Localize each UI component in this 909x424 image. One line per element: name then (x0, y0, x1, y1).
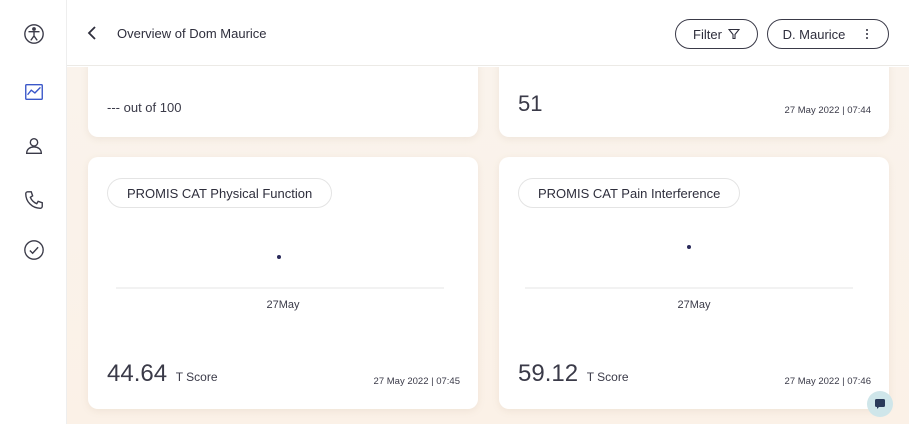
card-title-chip: PROMIS CAT Physical Function (107, 178, 333, 208)
filter-label: Filter (693, 26, 722, 42)
dashboard-content: --- out of 100 51 27 May 2022 | 07:44 PR… (67, 67, 909, 424)
score-card-top-right: 51 27 May 2022 | 07:44 (499, 67, 889, 137)
score-max-label: out of 100 (123, 100, 182, 115)
promis-pain-interference-card: PROMIS CAT Pain Interference 27May 59.12… (499, 157, 889, 409)
user-menu-button[interactable]: D. Maurice (767, 19, 889, 49)
t-score: 44.64 T Score (107, 360, 218, 388)
accessibility-icon[interactable] (22, 22, 46, 46)
promis-physical-function-card: PROMIS CAT Physical Function 27May 44.64… (88, 157, 478, 409)
t-score-unit: T Score (586, 370, 629, 384)
x-axis-tick-label: 27May (677, 299, 711, 311)
sidebar (0, 0, 67, 424)
chat-icon (875, 399, 885, 409)
filter-funnel-icon (727, 28, 740, 40)
score-card-top-left: --- out of 100 (88, 67, 478, 137)
t-score-value: 44.64 (107, 360, 168, 387)
check-circle-icon[interactable] (22, 238, 46, 262)
person-icon[interactable] (22, 134, 46, 158)
t-score-unit: T Score (175, 370, 218, 384)
t-score: 59.12 T Score (518, 360, 629, 388)
kebab-menu-icon (866, 29, 869, 39)
chat-support-button[interactable] (867, 391, 893, 417)
chart-icon[interactable] (22, 80, 46, 104)
data-point (687, 245, 691, 249)
filter-button[interactable]: Filter (675, 19, 758, 49)
timestamp: 27 May 2022 | 07:45 (373, 376, 460, 387)
t-score-value: 59.12 (518, 360, 579, 387)
top-header: Overview of Dom Maurice Filter D. Mauric… (67, 0, 909, 66)
score-out-of: --- out of 100 (107, 100, 181, 115)
x-axis-tick-label: 27May (266, 299, 300, 311)
score-placeholder: --- (107, 100, 120, 115)
user-name-label: D. Maurice (782, 26, 846, 42)
data-point (277, 255, 281, 259)
timestamp: 27 May 2022 | 07:46 (784, 376, 871, 387)
score-value: 51 (518, 91, 543, 116)
phone-icon[interactable] (22, 188, 46, 212)
timestamp: 27 May 2022 | 07:44 (784, 105, 871, 116)
back-chevron-icon[interactable] (85, 24, 99, 42)
page-title: Overview of Dom Maurice (117, 26, 267, 41)
card-title-chip: PROMIS CAT Pain Interference (518, 178, 741, 208)
